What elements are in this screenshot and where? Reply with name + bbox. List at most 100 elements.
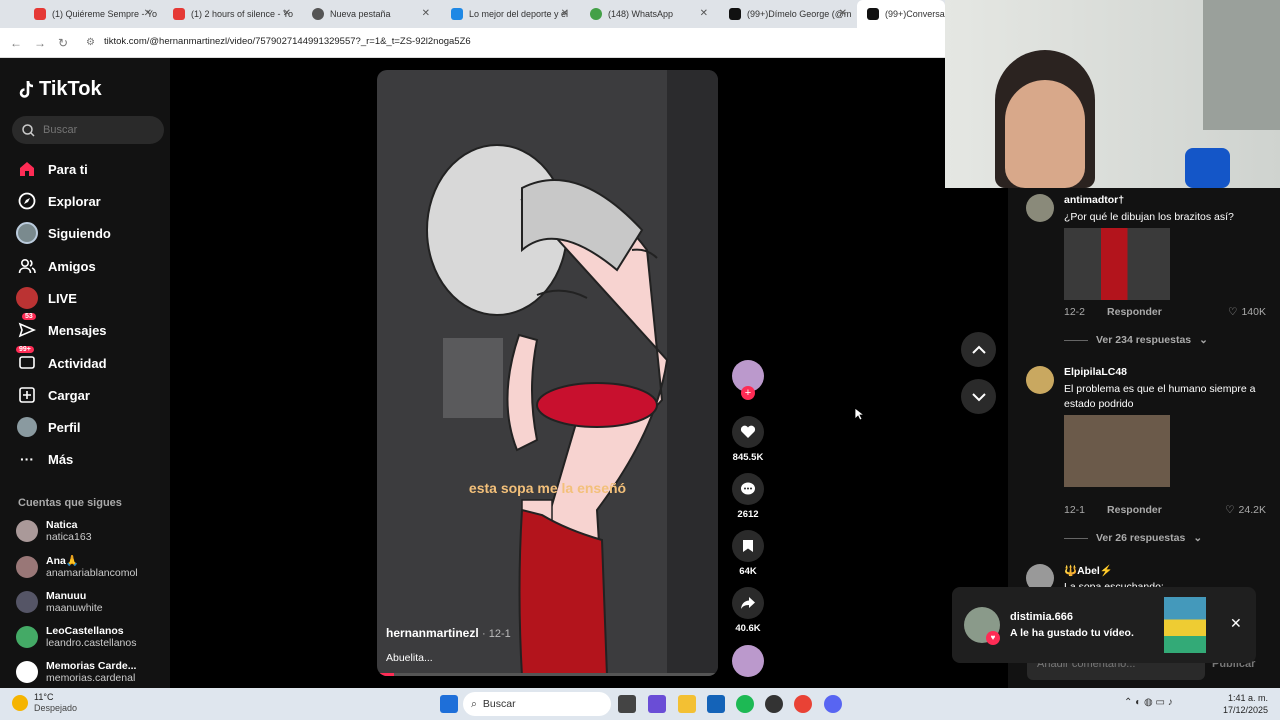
windows-start-icon[interactable] <box>440 695 458 713</box>
live-icon <box>16 287 38 309</box>
back-icon[interactable]: ← <box>10 36 22 50</box>
close-tab-icon[interactable]: ✕ <box>422 8 430 19</box>
nav-mas[interactable]: ··· Más <box>16 448 73 470</box>
save-action[interactable]: 64K <box>731 530 765 577</box>
comment-like-button[interactable]: ♡ 24.2K <box>1225 504 1266 516</box>
friends-icon <box>16 255 38 277</box>
spotify-icon[interactable] <box>736 695 754 713</box>
file-explorer-icon[interactable] <box>678 695 696 713</box>
comment-user[interactable]: antimadtor† <box>1064 194 1124 206</box>
toast-message: A le ha gustado tu vídeo. <box>1010 627 1134 639</box>
youtube-icon <box>173 8 185 20</box>
task-view-icon[interactable] <box>618 695 636 713</box>
nav-explorar[interactable]: Explorar <box>16 190 101 212</box>
creator-avatar[interactable]: + <box>731 360 765 400</box>
sound-avatar[interactable] <box>731 645 765 677</box>
windows-taskbar: 11°C Despejado ⌕ Buscar ⌃ ◐ ◍ ▭ ♪ 1:41 a. … <box>0 688 1280 720</box>
comment-user[interactable]: 🔱Abel⚡ <box>1064 564 1113 577</box>
nav-mensajes[interactable]: 53 Mensajes <box>16 313 107 341</box>
close-icon[interactable]: ✕ <box>1230 615 1242 632</box>
browser-tab[interactable]: Lo mejor del deporte y el ✕ <box>441 0 577 28</box>
youtube-icon <box>34 8 46 20</box>
share-icon[interactable] <box>732 587 764 619</box>
browser-tab[interactable]: (1) Quiéreme Sempre - Yo ✕ <box>24 0 160 28</box>
video-author[interactable]: hernanmartinezl · 12-1 <box>386 626 511 640</box>
follow-plus-icon[interactable]: + <box>741 386 755 400</box>
like-action[interactable]: 845.5K <box>731 416 765 463</box>
browser-tab[interactable]: (148) WhatsApp ✕ <box>580 0 716 28</box>
avatar <box>16 591 38 613</box>
nav-amigos[interactable]: Amigos <box>16 255 96 277</box>
close-tab-icon[interactable]: ✕ <box>144 8 152 19</box>
reply-button[interactable]: Responder <box>1107 306 1162 318</box>
compass-icon <box>16 190 38 212</box>
reply-button[interactable]: Responder <box>1107 504 1162 516</box>
tiktok-icon <box>729 8 741 20</box>
notification-toast[interactable]: ♥ distimia.666 A le ha gustado tu vídeo.… <box>952 587 1256 663</box>
nav-cargar[interactable]: Cargar <box>16 384 90 406</box>
nav-actividad[interactable]: 99+ Actividad <box>16 346 107 374</box>
profile-icon <box>16 416 38 438</box>
following-item[interactable]: Natica natica163 <box>16 519 92 543</box>
like-count: 845.5K <box>732 452 764 463</box>
comment-meta: 12-1 Responder <box>1064 504 1162 516</box>
chrome-icon[interactable] <box>794 695 812 713</box>
upload-icon <box>16 384 38 406</box>
previous-video-button[interactable] <box>961 332 996 367</box>
next-video-button[interactable] <box>961 379 996 414</box>
forward-icon[interactable]: → <box>34 36 46 50</box>
tiktok-logo[interactable]: TikTok <box>17 78 102 101</box>
comment-image[interactable] <box>1064 415 1170 487</box>
following-item[interactable]: Memorias Carde... memorias.cardenal <box>16 660 136 684</box>
search-input[interactable] <box>43 124 153 136</box>
sound-disc-icon[interactable] <box>732 645 764 677</box>
copilot-icon[interactable] <box>648 695 666 713</box>
browser-tab-active[interactable]: (99+)Conversación <box>857 0 945 28</box>
browser-tab[interactable]: Nueva pestaña ✕ <box>302 0 438 28</box>
site-info-icon[interactable]: ⚙ <box>86 37 95 48</box>
close-tab-icon[interactable]: ✕ <box>700 8 708 19</box>
avatar[interactable] <box>1026 366 1054 394</box>
comment-like-button[interactable]: ♡ 140K <box>1228 306 1266 318</box>
comment-icon[interactable] <box>732 473 764 505</box>
video-progress-bar[interactable] <box>377 673 718 676</box>
search-box[interactable] <box>12 116 164 144</box>
nav-live[interactable]: LIVE <box>16 287 77 309</box>
system-tray-icons[interactable]: ⌃ ◐ ◍ ▭ ♪ <box>1124 697 1173 708</box>
comment-image[interactable] <box>1064 228 1170 300</box>
new-tab-icon <box>312 8 324 20</box>
bookmark-icon[interactable] <box>732 530 764 562</box>
url-field[interactable]: tiktok.com/@hernanmartinezl/video/757902… <box>104 36 471 47</box>
clock[interactable]: 1:41 a. m. 17/12/2025 <box>1223 692 1268 716</box>
webcam-person-face <box>1005 80 1085 188</box>
reload-icon[interactable]: ↻ <box>58 36 68 50</box>
app-icon[interactable] <box>765 695 783 713</box>
close-tab-icon[interactable]: ✕ <box>839 8 847 19</box>
close-tab-icon[interactable]: ✕ <box>283 8 291 19</box>
avatar[interactable] <box>1026 194 1054 222</box>
home-icon <box>16 158 38 180</box>
following-item[interactable]: LeoCastellanos leandro.castellanos <box>16 625 136 649</box>
following-item[interactable]: Ana🙏 anamariablancomol <box>16 554 138 579</box>
taskbar-search[interactable]: ⌕ Buscar <box>463 692 611 716</box>
store-icon[interactable] <box>707 695 725 713</box>
view-replies-button[interactable]: Ver 26 respuestas ⌄ <box>1064 532 1202 544</box>
discord-icon[interactable] <box>824 695 842 713</box>
share-action[interactable]: 40.6K <box>731 587 765 634</box>
close-tab-icon[interactable]: ✕ <box>561 8 569 19</box>
following-avatar-icon <box>16 222 38 244</box>
following-item[interactable]: Manuuu maanuwhite <box>16 590 103 614</box>
browser-tab[interactable]: (99+)Dímelo George (@m ✕ <box>719 0 855 28</box>
webcam-object <box>1185 148 1230 188</box>
nav-perfil[interactable]: Perfil <box>16 416 81 438</box>
video-progress-fill <box>377 673 395 676</box>
heart-icon[interactable] <box>732 416 764 448</box>
weather-widget[interactable]: 11°C Despejado <box>12 692 77 714</box>
view-replies-button[interactable]: Ver 234 respuestas ⌄ <box>1064 334 1208 346</box>
browser-tab[interactable]: (1) 2 hours of silence - Yo ✕ <box>163 0 299 28</box>
comment-user[interactable]: ElpipilaLC48 <box>1064 366 1127 378</box>
video-player[interactable]: esta sopa me la enseñó hernanmartinezl ·… <box>377 70 718 676</box>
nav-siguiendo[interactable]: Siguiendo <box>16 222 111 244</box>
comment-action[interactable]: 2612 <box>731 473 765 520</box>
nav-para-ti[interactable]: Para ti <box>16 158 88 180</box>
